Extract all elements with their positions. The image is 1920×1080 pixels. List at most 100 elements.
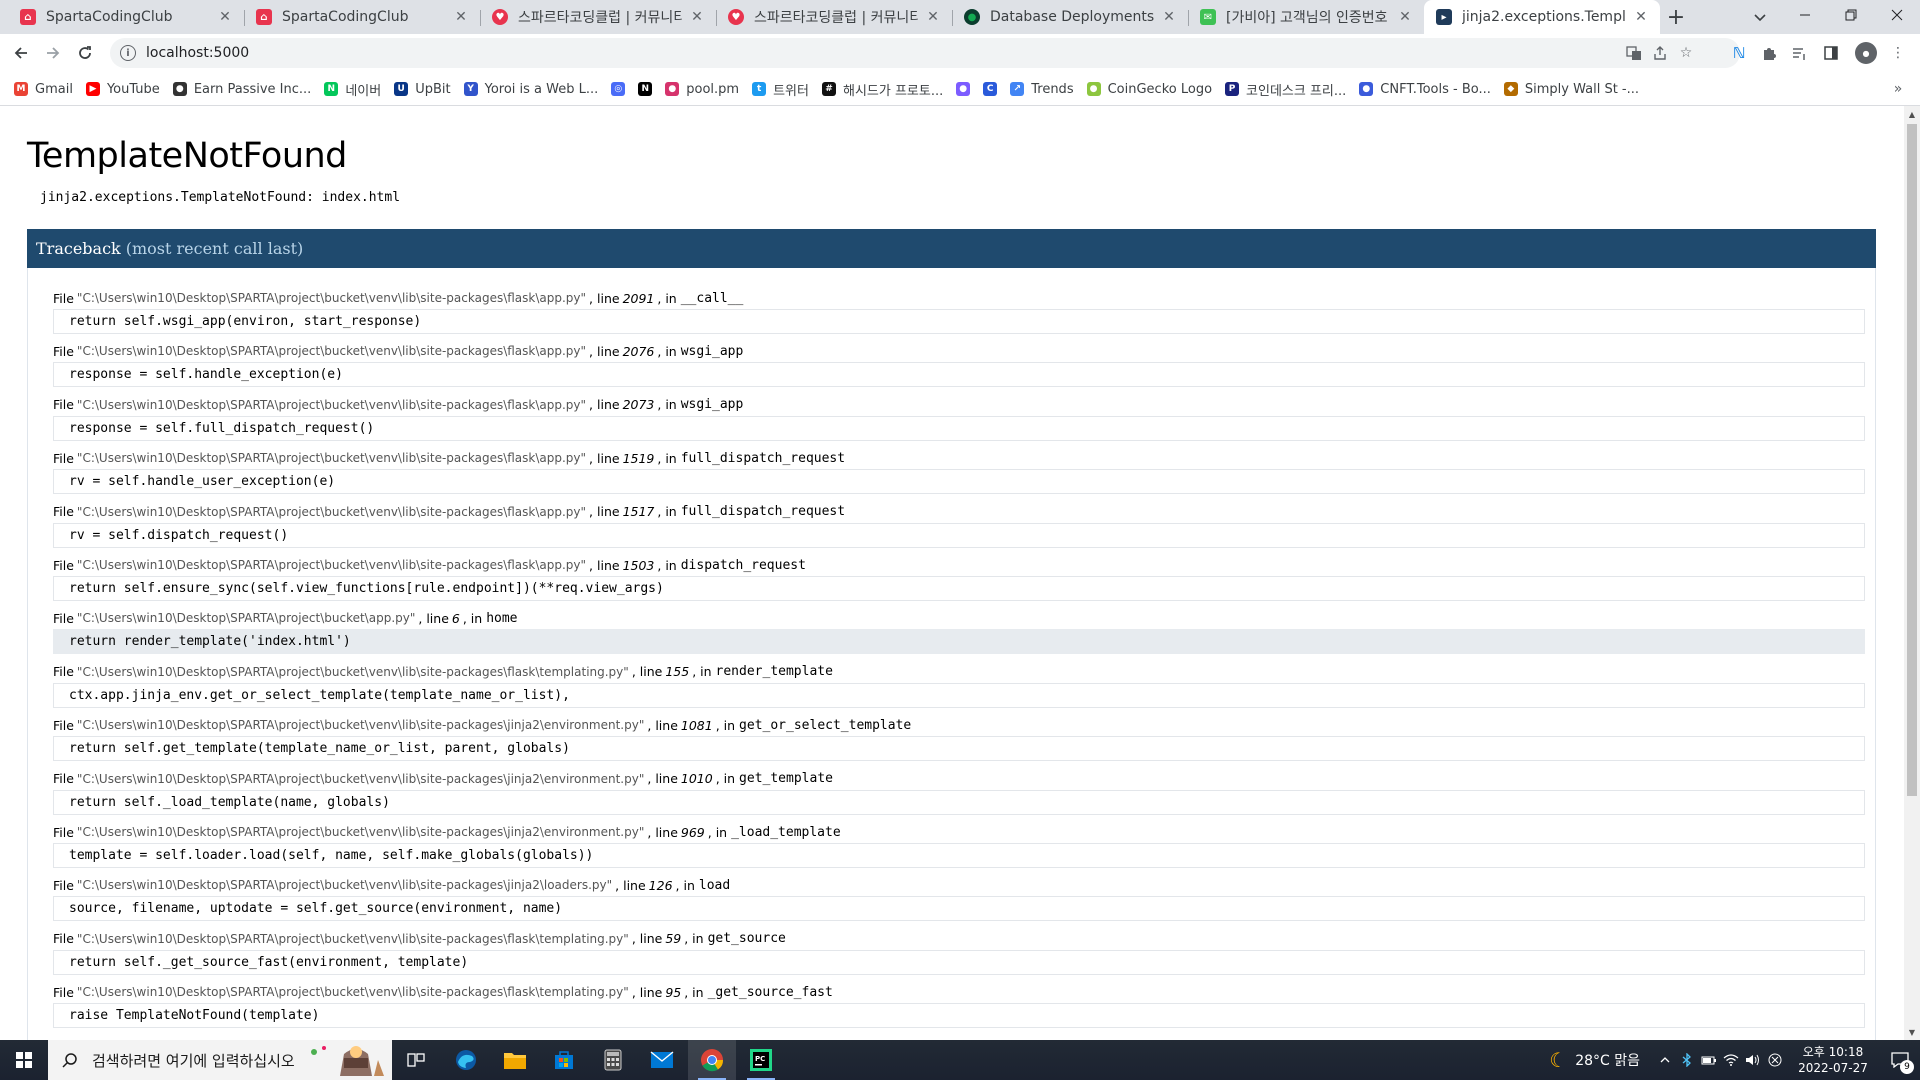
reading-list-icon[interactable]: [1788, 42, 1810, 64]
tab[interactable]: ♥ 스파르타코딩클럽 | 커뮤니티 ✕: [480, 0, 716, 34]
bookmark-item[interactable]: t 트위터: [752, 75, 818, 103]
store-app[interactable]: [540, 1040, 588, 1080]
weather-widget[interactable]: ☾ 28°C 맑음: [1549, 1048, 1640, 1072]
frame-source-line[interactable]: response = self.full_dispatch_request(): [53, 415, 1865, 441]
star-icon[interactable]: ☆: [1676, 44, 1696, 62]
frame-source-line[interactable]: return self._load_template(name, globals…: [53, 789, 1865, 815]
frame-path[interactable]: "C:\Users\win10\Desktop\SPARTA\project\b…: [77, 665, 629, 679]
scroll-down-arrow-icon[interactable]: ▼: [1904, 1024, 1920, 1040]
bookmark-item[interactable]: U UpBit: [394, 75, 459, 103]
close-icon[interactable]: ✕: [688, 8, 706, 26]
vertical-scrollbar[interactable]: ▲ ▼: [1904, 106, 1920, 1040]
bookmark-item[interactable]: ● Earn Passive Inc...: [172, 75, 321, 103]
address-bar[interactable]: i localhost:5000 ☆: [110, 38, 1740, 68]
frame-source-line[interactable]: response = self.handle_exception(e): [53, 362, 1865, 388]
kebab-menu-icon[interactable]: ⋮: [1887, 42, 1909, 64]
minimize-button[interactable]: [1782, 0, 1828, 30]
bluetooth-icon[interactable]: [1676, 1040, 1698, 1080]
tab-active[interactable]: ▸ jinja2.exceptions.TemplateNotFound ✕: [1424, 0, 1660, 34]
restore-button[interactable]: [1828, 0, 1874, 30]
tab[interactable]: ⌂ SpartaCodingClub ✕: [244, 0, 480, 34]
close-icon[interactable]: ✕: [1160, 8, 1178, 26]
tab[interactable]: ♥ 스파르타코딩클럽 | 커뮤니티 ✕: [716, 0, 952, 34]
speaker-icon[interactable]: [1742, 1040, 1764, 1080]
chevron-up-icon[interactable]: [1654, 1040, 1676, 1080]
frame-source-line[interactable]: return self._get_source_fast(environment…: [53, 949, 1865, 975]
scrollbar-thumb[interactable]: [1907, 124, 1917, 796]
bookmark-item[interactable]: P 코인데스크 프리...: [1225, 75, 1355, 103]
bookmark-item[interactable]: ● pool.pm: [665, 75, 748, 103]
ime-status-icon[interactable]: [1764, 1040, 1786, 1080]
bookmark-item[interactable]: ◎: [611, 75, 634, 103]
bookmark-item[interactable]: Y Yoroi is a Web L...: [463, 75, 608, 103]
frame-path[interactable]: "C:\Users\win10\Desktop\SPARTA\project\b…: [77, 825, 644, 839]
bookmark-item[interactable]: N: [638, 75, 661, 103]
close-icon[interactable]: ✕: [452, 8, 470, 26]
frame-path[interactable]: "C:\Users\win10\Desktop\SPARTA\project\b…: [77, 932, 629, 946]
file-explorer-app[interactable]: [491, 1040, 539, 1080]
new-tab-button[interactable]: +: [1664, 5, 1688, 30]
scroll-up-arrow-icon[interactable]: ▲: [1904, 106, 1920, 122]
bookmarks-more-icon[interactable]: »: [1888, 78, 1908, 100]
frame-source-line[interactable]: rv = self.dispatch_request(): [53, 522, 1865, 548]
forward-button[interactable]: [41, 41, 65, 65]
side-panel-icon[interactable]: [1820, 42, 1842, 64]
extension-n-icon[interactable]: ℕ: [1728, 42, 1750, 64]
close-icon[interactable]: ✕: [216, 8, 234, 26]
frame-path[interactable]: "C:\Users\win10\Desktop\SPARTA\project\b…: [77, 558, 586, 572]
back-button[interactable]: [9, 41, 33, 65]
puzzle-icon[interactable]: [1758, 42, 1780, 64]
translate-icon[interactable]: [1624, 44, 1644, 62]
taskbar-search[interactable]: 검색하려면 여기에 입력하십시오: [48, 1040, 392, 1080]
frame-source-line[interactable]: raise TemplateNotFound(template): [53, 1003, 1865, 1029]
bookmark-item[interactable]: ↗ Trends: [1010, 75, 1082, 103]
clock[interactable]: 오후 10:18 2022-07-27: [1794, 1044, 1872, 1076]
frame-path[interactable]: "C:\Users\win10\Desktop\SPARTA\project\b…: [77, 398, 586, 412]
frame-source-line[interactable]: return self.get_template(template_name_o…: [53, 736, 1865, 762]
bookmark-item[interactable]: # 해시드가 프로토...: [821, 75, 952, 103]
frame-source-line[interactable]: return self.wsgi_app(environ, start_resp…: [53, 309, 1865, 334]
tab-search-button[interactable]: [1748, 5, 1772, 29]
task-view-button[interactable]: [392, 1040, 440, 1080]
close-icon[interactable]: ✕: [1632, 8, 1650, 26]
frame-path[interactable]: "C:\Users\win10\Desktop\SPARTA\project\b…: [77, 878, 612, 892]
bookmark-item[interactable]: C: [983, 75, 1006, 103]
frame-path[interactable]: "C:\Users\win10\Desktop\SPARTA\project\b…: [77, 291, 586, 305]
frame-path[interactable]: "C:\Users\win10\Desktop\SPARTA\project\b…: [77, 344, 586, 358]
tab[interactable]: ● Database Deployments | Cloud ✕: [952, 0, 1188, 34]
close-icon[interactable]: ✕: [924, 8, 942, 26]
chrome-app[interactable]: [688, 1040, 736, 1080]
start-button[interactable]: [0, 1040, 48, 1080]
bookmark-item[interactable]: N 네이버: [324, 75, 390, 103]
bookmark-item[interactable]: ●: [956, 75, 979, 103]
info-icon[interactable]: i: [120, 45, 136, 61]
battery-icon[interactable]: [1698, 1040, 1720, 1080]
close-window-button[interactable]: [1874, 0, 1920, 30]
avatar[interactable]: ●: [1855, 42, 1877, 64]
calculator-app[interactable]: [589, 1040, 637, 1080]
wifi-icon[interactable]: [1720, 1040, 1742, 1080]
frame-source-line[interactable]: source, filename, uptodate = self.get_so…: [53, 896, 1865, 922]
frame-path[interactable]: "C:\Users\win10\Desktop\SPARTA\project\b…: [77, 718, 644, 732]
bookmark-item[interactable]: M Gmail: [14, 75, 82, 103]
close-icon[interactable]: ✕: [1396, 8, 1414, 26]
frame-path[interactable]: "C:\Users\win10\Desktop\SPARTA\project\b…: [77, 505, 586, 519]
frame-path[interactable]: "C:\Users\win10\Desktop\SPARTA\project\b…: [77, 985, 629, 999]
bookmark-item[interactable]: ● CoinGecko Logo: [1086, 75, 1221, 103]
share-icon[interactable]: [1650, 44, 1670, 62]
frame-source-line[interactable]: ctx.app.jinja_env.get_or_select_template…: [53, 682, 1865, 708]
notification-center-button[interactable]: 9: [1880, 1040, 1920, 1080]
bookmark-item[interactable]: ● CNFT.Tools - Bo...: [1359, 75, 1500, 103]
url-text[interactable]: localhost:5000: [146, 45, 249, 61]
frame-source-line[interactable]: rv = self.handle_user_exception(e): [53, 469, 1865, 495]
bookmark-item[interactable]: ◆ Simply Wall St -...: [1503, 75, 1648, 103]
frame-path[interactable]: "C:\Users\win10\Desktop\SPARTA\project\b…: [77, 772, 644, 786]
frame-source-line[interactable]: return self.ensure_sync(self.view_functi…: [53, 576, 1865, 601]
frame-path[interactable]: "C:\Users\win10\Desktop\SPARTA\project\b…: [77, 451, 586, 465]
frame-path[interactable]: "C:\Users\win10\Desktop\SPARTA\project\b…: [77, 611, 415, 625]
traceback-header[interactable]: Traceback (most recent call last): [27, 229, 1876, 268]
frame-source-line[interactable]: return render_template('index.html'): [53, 629, 1865, 655]
mail-app[interactable]: [638, 1040, 686, 1080]
reload-button[interactable]: [73, 41, 97, 65]
pycharm-app[interactable]: PC: [737, 1040, 785, 1080]
